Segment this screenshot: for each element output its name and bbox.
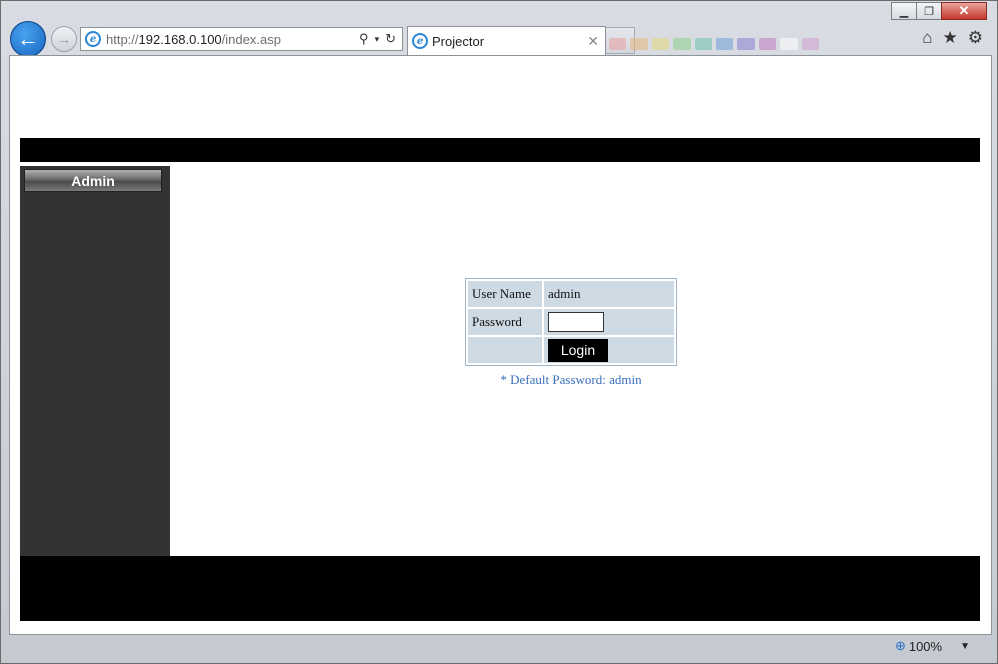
tab-ie-logo-icon: e: [412, 33, 428, 49]
close-icon: ✕: [958, 3, 970, 18]
password-cell: [544, 309, 674, 335]
default-password-note: * Default Password: admin: [500, 372, 642, 387]
back-button[interactable]: ←: [10, 21, 46, 57]
sidebar: Admin: [20, 166, 170, 556]
url-host: 192.168.0.100: [138, 31, 222, 47]
address-bar[interactable]: e http://192.168.0.100/index.asp ⚲ ▾ ↻: [80, 27, 403, 51]
tab-projector[interactable]: e Projector ✕: [407, 26, 606, 55]
url-path: /index.asp: [221, 31, 281, 47]
login-row: Login: [468, 337, 674, 363]
restore-icon: ❐: [924, 5, 934, 18]
username-label: User Name: [468, 281, 542, 307]
restore-button[interactable]: ❐: [916, 2, 942, 20]
empty-cell: [468, 337, 542, 363]
forward-button[interactable]: →: [51, 26, 77, 52]
header-bar: [20, 138, 980, 162]
browser-window: ▁ ❐ ✕ ← → e http://192.168.0.100/index.a…: [0, 0, 998, 664]
browser-tools: ⌂ ★ ⚙: [922, 28, 983, 48]
address-actions: ⚲ ▾ ↻: [359, 31, 396, 47]
url-text[interactable]: http://192.168.0.100/index.asp: [106, 32, 359, 47]
tab-close-icon[interactable]: ✕: [587, 33, 599, 50]
gear-icon[interactable]: ⚙: [968, 28, 983, 48]
minimize-icon: ▁: [899, 5, 909, 18]
caption-buttons: ▁ ❐ ✕: [891, 2, 987, 20]
minimize-button[interactable]: ▁: [891, 2, 917, 20]
login-cell: Login: [544, 337, 674, 363]
zoom-icon[interactable]: ⊕: [895, 638, 906, 654]
ie-logo-icon: e: [85, 31, 101, 47]
star-icon[interactable]: ★: [943, 28, 958, 48]
username-value: admin: [544, 281, 674, 307]
close-window-button[interactable]: ✕: [941, 2, 987, 20]
status-bar: ⊕ 100% ▼: [9, 635, 992, 657]
url-prefix: http://: [106, 31, 139, 47]
password-input[interactable]: [548, 312, 604, 332]
tab-title: Projector: [432, 33, 485, 49]
tab-color-strip: [609, 38, 820, 50]
home-icon[interactable]: ⌂: [922, 28, 932, 48]
navigation-bar: ← → e http://192.168.0.100/index.asp ⚲ ▾…: [1, 19, 997, 57]
username-row: User Name admin: [468, 281, 674, 307]
zoom-level[interactable]: 100%: [909, 639, 942, 654]
login-button[interactable]: Login: [548, 338, 608, 362]
password-row: Password: [468, 309, 674, 335]
dropdown-icon[interactable]: ▾: [375, 34, 380, 45]
search-icon[interactable]: ⚲: [359, 31, 369, 47]
password-label: Password: [468, 309, 542, 335]
footer-bar: [20, 556, 980, 621]
back-arrow-icon: ←: [17, 26, 39, 51]
login-form: User Name admin Password Login: [465, 278, 677, 366]
admin-button[interactable]: Admin: [24, 169, 162, 192]
refresh-icon[interactable]: ↻: [385, 31, 396, 47]
zoom-dropdown-icon[interactable]: ▼: [960, 641, 970, 652]
forward-arrow-icon: →: [57, 31, 71, 47]
page-viewport: Admin User Name admin Password Login * D…: [9, 55, 992, 635]
